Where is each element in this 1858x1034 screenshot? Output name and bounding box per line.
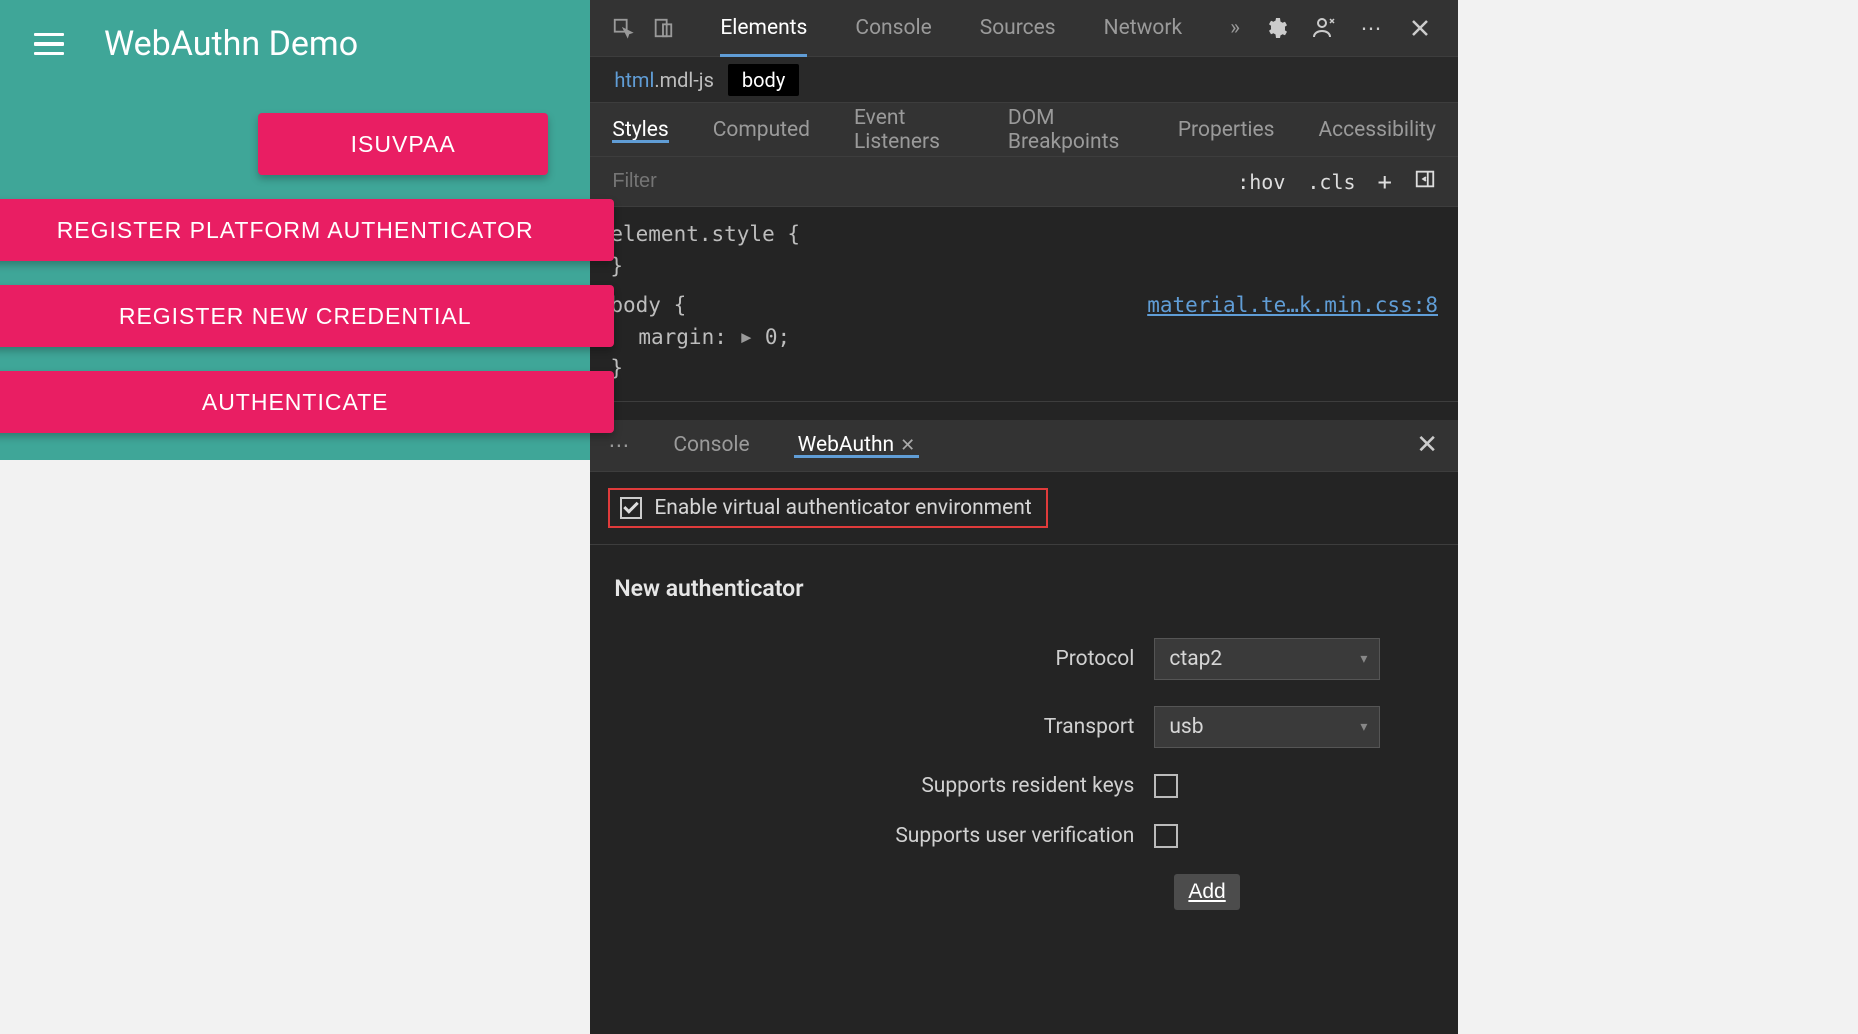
- subtab-event-listeners[interactable]: Event Listeners: [832, 106, 986, 154]
- tab-sources[interactable]: Sources: [956, 0, 1080, 56]
- resident-keys-checkbox[interactable]: [1154, 774, 1178, 798]
- crumb-html-class[interactable]: .mdl-js: [654, 68, 714, 92]
- styles-subtab-row: Styles Computed Event Listeners DOM Brea…: [590, 103, 1458, 157]
- new-authenticator-title: New authenticator: [614, 575, 1434, 602]
- subtab-styles[interactable]: Styles: [590, 118, 690, 142]
- tab-network[interactable]: Network: [1080, 0, 1207, 56]
- hamburger-icon[interactable]: [34, 33, 64, 56]
- toggle-panel-icon[interactable]: [1414, 168, 1436, 196]
- new-authenticator-section: New authenticator Protocol ctap2 Transpo…: [590, 545, 1458, 1034]
- crumb-html[interactable]: html: [614, 68, 654, 92]
- protocol-select[interactable]: ctap2: [1154, 638, 1380, 680]
- authenticate-button[interactable]: AUTHENTICATE: [0, 371, 614, 433]
- hov-toggle[interactable]: :hov: [1237, 170, 1285, 194]
- stylesheet-link[interactable]: material.te…k.min.css:8: [1147, 290, 1438, 322]
- isuvpaa-button[interactable]: ISUVPAA: [258, 113, 548, 175]
- cls-toggle[interactable]: .cls: [1307, 170, 1355, 194]
- enable-virtual-authenticator-checkbox[interactable]: [620, 497, 642, 519]
- margin-prop: margin: [638, 325, 714, 349]
- styles-filter-input[interactable]: [612, 170, 1237, 193]
- button-stack: ISUVPAA REGISTER PLATFORM AUTHENTICATOR …: [0, 113, 590, 433]
- add-authenticator-button[interactable]: Add: [1174, 874, 1239, 910]
- transport-label: Transport: [614, 715, 1154, 739]
- user-verification-checkbox[interactable]: [1154, 824, 1178, 848]
- demo-app: WebAuthn Demo ISUVPAA REGISTER PLATFORM …: [0, 0, 590, 1034]
- subtab-accessibility[interactable]: Accessibility: [1296, 118, 1458, 142]
- appbar: WebAuthn Demo: [0, 0, 590, 88]
- element-style-rule[interactable]: element.style { }: [610, 219, 1438, 282]
- close-drawer-icon[interactable]: ✕: [1416, 430, 1458, 460]
- devtools-topbar: Elements Console Sources Network » ⋯: [590, 0, 1458, 57]
- new-rule-icon[interactable]: +: [1378, 168, 1392, 196]
- drawer-tab-console[interactable]: Console: [649, 433, 773, 457]
- enable-virtual-authenticator-label: Enable virtual authenticator environment: [654, 496, 1031, 520]
- body-rule-close: }: [610, 353, 1438, 385]
- crumb-body[interactable]: body: [728, 64, 799, 96]
- device-toolbar-icon[interactable]: [652, 17, 674, 39]
- subtab-dom-breakpoints[interactable]: DOM Breakpoints: [986, 106, 1156, 154]
- expand-icon[interactable]: ▶: [741, 325, 751, 350]
- drawer-tab-webauthn-label: WebAuthn: [798, 433, 894, 457]
- margin-val: 0: [765, 325, 778, 349]
- body-rule-open[interactable]: body {: [610, 290, 686, 322]
- inspect-element-icon[interactable]: [612, 17, 634, 39]
- drawer-more-icon[interactable]: ⋯: [590, 433, 649, 458]
- close-tab-icon[interactable]: ✕: [900, 435, 915, 456]
- top-tab-row: Elements Console Sources Network »: [696, 0, 1264, 56]
- tab-console[interactable]: Console: [831, 0, 955, 56]
- user-verification-label: Supports user verification: [614, 824, 1154, 848]
- tab-more[interactable]: »: [1206, 0, 1264, 56]
- drawer-tab-row: ⋯ Console WebAuthn ✕ ✕: [590, 420, 1458, 472]
- hero: WebAuthn Demo ISUVPAA REGISTER PLATFORM …: [0, 0, 590, 460]
- highlight-box: Enable virtual authenticator environment: [608, 488, 1047, 528]
- dom-breadcrumb: html.mdl-js body: [590, 57, 1458, 103]
- drawer-tab-webauthn[interactable]: WebAuthn ✕: [774, 433, 940, 457]
- rule-close: }: [610, 251, 1438, 283]
- styles-filter-row: :hov .cls +: [590, 157, 1458, 207]
- subtab-properties[interactable]: Properties: [1156, 118, 1297, 142]
- protocol-label: Protocol: [614, 647, 1154, 671]
- rule-open: element.style {: [610, 219, 1438, 251]
- gear-icon[interactable]: [1264, 16, 1288, 40]
- subtab-computed[interactable]: Computed: [691, 118, 832, 142]
- devtools: Elements Console Sources Network » ⋯ htm…: [590, 0, 1858, 1034]
- tab-elements[interactable]: Elements: [696, 0, 831, 56]
- register-platform-button[interactable]: REGISTER PLATFORM AUTHENTICATOR: [0, 199, 614, 261]
- user-icon[interactable]: [1312, 16, 1336, 40]
- transport-select[interactable]: usb: [1154, 706, 1380, 748]
- webauthn-enable-row: Enable virtual authenticator environment: [590, 472, 1458, 545]
- app-title: WebAuthn Demo: [104, 24, 358, 64]
- styles-pane: element.style { } body { material.te…k.m…: [590, 207, 1458, 402]
- resident-keys-label: Supports resident keys: [614, 774, 1154, 798]
- close-devtools-icon[interactable]: [1408, 16, 1432, 40]
- register-credential-button[interactable]: REGISTER NEW CREDENTIAL: [0, 285, 614, 347]
- devtools-drawer: ⋯ Console WebAuthn ✕ ✕ Enable virtual au…: [590, 420, 1458, 1034]
- margin-decl[interactable]: margin: ▶ 0;: [610, 322, 1438, 354]
- kebab-icon[interactable]: ⋯: [1360, 16, 1384, 40]
